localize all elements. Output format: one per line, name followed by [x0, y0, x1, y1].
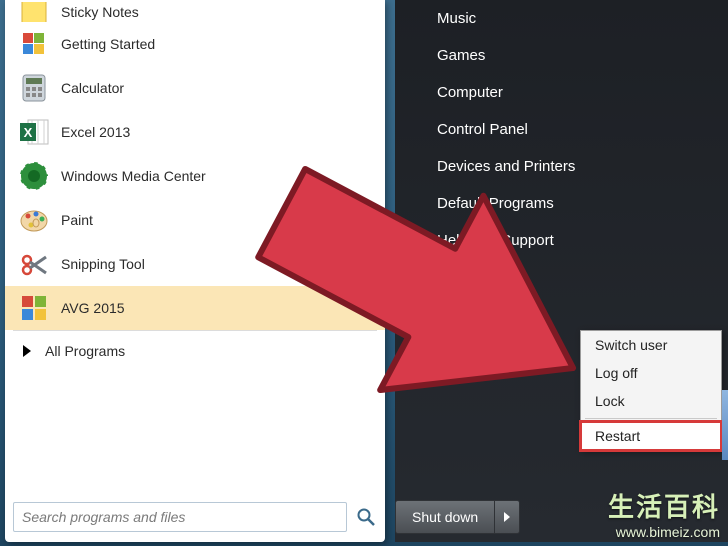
- shutdown-button[interactable]: Shut down: [395, 500, 495, 534]
- separator: [585, 418, 717, 419]
- right-item-games[interactable]: Games: [395, 37, 728, 74]
- program-calculator[interactable]: Calculator: [5, 66, 385, 110]
- scissors-icon: [17, 247, 51, 281]
- program-excel[interactable]: X Excel 2013: [5, 110, 385, 154]
- program-label: Windows Media Center: [61, 168, 206, 184]
- program-label: Snipping Tool: [61, 256, 145, 272]
- power-log-off[interactable]: Log off: [581, 359, 721, 387]
- shutdown-options-arrow[interactable]: [495, 500, 520, 534]
- excel-icon: X: [17, 115, 51, 149]
- svg-text:X: X: [24, 125, 33, 140]
- start-menu-right-panel: Music Games Computer Control Panel Devic…: [395, 0, 728, 542]
- program-label: Excel 2013: [61, 124, 130, 140]
- right-item-devices-printers[interactable]: Devices and Printers: [395, 148, 728, 185]
- watermark-url: www.bimeiz.com: [608, 524, 720, 540]
- search-row: Search programs and files: [13, 500, 377, 534]
- right-item-control-panel[interactable]: Control Panel: [395, 111, 728, 148]
- all-programs[interactable]: All Programs: [5, 331, 385, 371]
- power-restart[interactable]: Restart: [581, 422, 721, 450]
- program-list: Sticky Notes Getting Started Calculator …: [5, 0, 385, 330]
- right-item-default-programs[interactable]: Default Programs: [395, 185, 728, 222]
- calculator-icon: [17, 71, 51, 105]
- program-label: Sticky Notes: [61, 4, 139, 20]
- program-sticky-notes[interactable]: Sticky Notes: [5, 2, 385, 22]
- program-avg[interactable]: AVG 2015: [5, 286, 385, 330]
- shutdown-row: Shut down: [395, 500, 520, 534]
- avg-icon: [17, 291, 51, 325]
- power-options-menu: Switch user Log off Lock Restart: [580, 330, 722, 451]
- right-item-music[interactable]: Music: [395, 0, 728, 37]
- flag-icon: [17, 27, 51, 61]
- start-menu-left-panel: Sticky Notes Getting Started Calculator …: [5, 0, 385, 542]
- program-label: Getting Started: [61, 36, 155, 52]
- program-wmc[interactable]: Windows Media Center: [5, 154, 385, 198]
- program-getting-started[interactable]: Getting Started: [5, 22, 385, 66]
- sticky-notes-icon: [17, 2, 51, 22]
- triangle-right-icon: [504, 512, 510, 522]
- right-item-computer[interactable]: Computer: [395, 74, 728, 111]
- program-label: Calculator: [61, 80, 124, 96]
- all-programs-label: All Programs: [45, 343, 125, 359]
- power-lock[interactable]: Lock: [581, 387, 721, 415]
- wmc-icon: [17, 159, 51, 193]
- search-input[interactable]: Search programs and files: [13, 502, 347, 532]
- program-paint[interactable]: Paint: [5, 198, 385, 242]
- paint-icon: [17, 203, 51, 237]
- program-snipping-tool[interactable]: Snipping Tool: [5, 242, 385, 286]
- program-label: Paint: [61, 212, 93, 228]
- watermark: 生活百科 www.bimeiz.com: [608, 487, 720, 540]
- program-label: AVG 2015: [61, 300, 125, 316]
- watermark-title: 生活百科: [608, 487, 720, 524]
- right-item-help-support[interactable]: Help and Support: [395, 222, 728, 259]
- taskbar-stub: [722, 390, 728, 460]
- triangle-right-icon: [23, 345, 31, 357]
- search-icon[interactable]: [355, 506, 377, 528]
- power-switch-user[interactable]: Switch user: [581, 331, 721, 359]
